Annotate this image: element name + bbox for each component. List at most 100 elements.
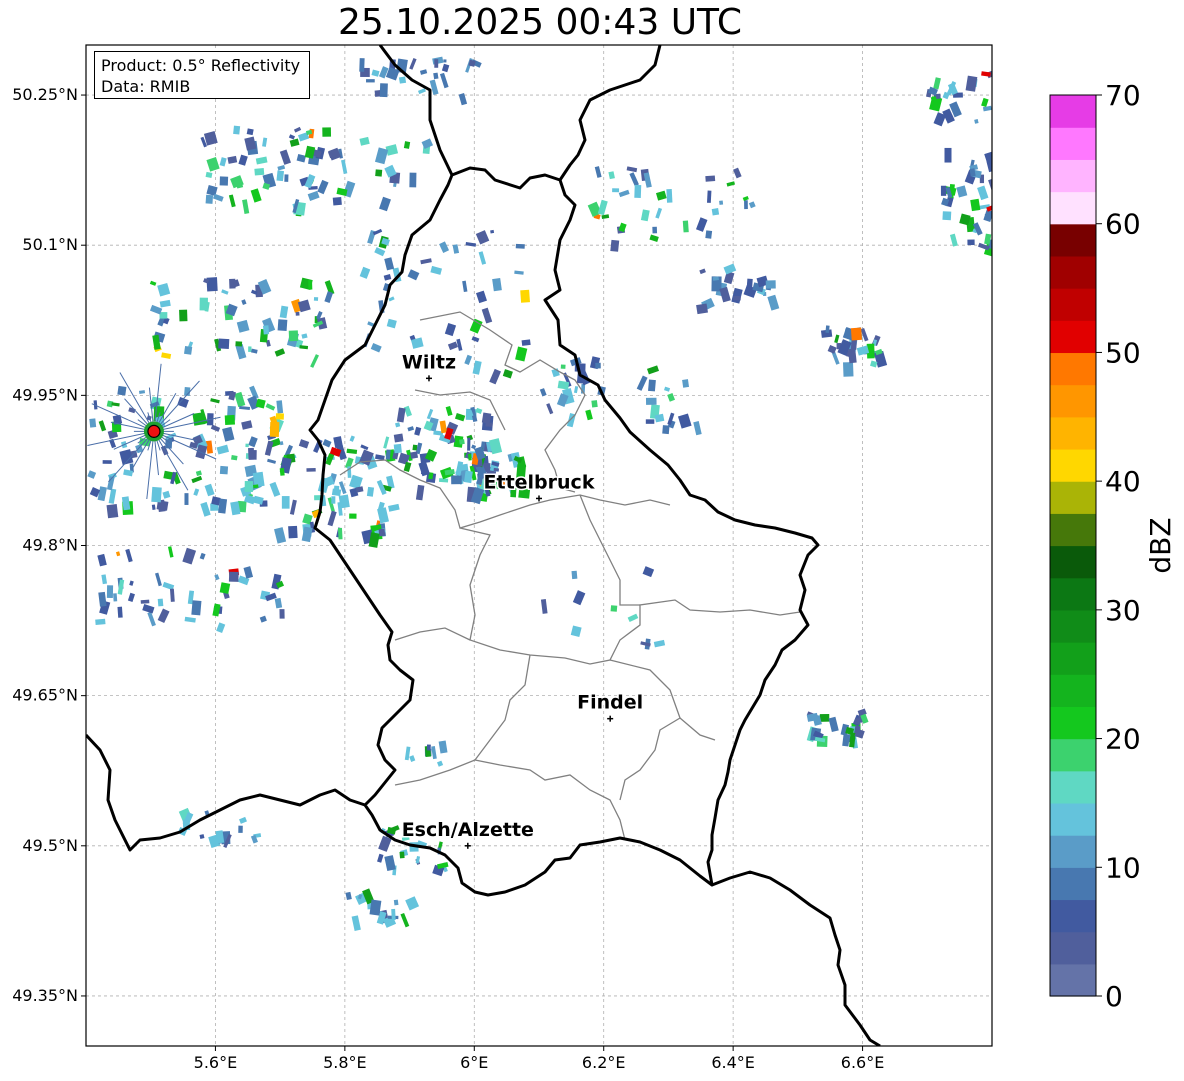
radar-echo bbox=[281, 496, 290, 509]
colorbar-segment bbox=[1050, 642, 1096, 675]
colorbar-tick-label: 10 bbox=[1105, 851, 1141, 884]
radar-echo bbox=[246, 128, 254, 136]
radar-echo bbox=[399, 851, 405, 859]
radar-echo bbox=[490, 229, 495, 234]
radar-echo bbox=[338, 494, 350, 509]
colorbar-segment bbox=[1050, 802, 1096, 836]
radar-echo bbox=[610, 239, 620, 252]
radar-echo bbox=[1004, 178, 1009, 189]
radar-echo bbox=[515, 243, 525, 249]
colorbar-segment bbox=[1050, 545, 1096, 579]
colorbar-segment bbox=[1050, 963, 1096, 997]
radar-echo bbox=[218, 338, 230, 349]
colorbar-segment bbox=[1050, 416, 1096, 450]
radar-echo bbox=[349, 513, 357, 519]
radar-echo bbox=[682, 379, 690, 388]
colorbar-segment bbox=[1050, 899, 1096, 933]
radar-echo bbox=[459, 439, 465, 445]
radar-echo bbox=[219, 176, 229, 186]
radar-echo bbox=[248, 346, 252, 352]
x-tick-label: 6°E bbox=[460, 1053, 488, 1072]
radar-echo bbox=[705, 175, 716, 182]
city-label: Wiltz bbox=[402, 351, 456, 373]
colorbar-segment bbox=[1050, 931, 1096, 965]
radar-echo bbox=[288, 525, 298, 539]
radar-echo bbox=[233, 125, 241, 135]
radar-echo bbox=[276, 170, 285, 182]
colorbar-tick-label: 70 bbox=[1105, 79, 1141, 112]
radar-echo bbox=[485, 422, 493, 427]
radar-echo bbox=[192, 412, 206, 426]
y-tick-label: 50.25°N bbox=[12, 85, 78, 104]
radar-echo bbox=[850, 339, 857, 350]
radar-echo bbox=[481, 412, 492, 424]
colorbar-segment bbox=[1050, 609, 1096, 643]
radar-echo bbox=[705, 230, 713, 239]
radar-echo bbox=[991, 177, 992, 184]
radar-echo bbox=[157, 598, 164, 607]
radar-echo bbox=[994, 194, 1002, 207]
radar-echo bbox=[269, 421, 280, 437]
radar-echo bbox=[648, 379, 656, 392]
colorbar-tick-label: 60 bbox=[1105, 208, 1141, 241]
radar-echo bbox=[468, 453, 472, 461]
radar-echo bbox=[433, 72, 439, 80]
radar-echo bbox=[666, 189, 673, 203]
radar-echo bbox=[733, 295, 741, 301]
radar-echo bbox=[279, 609, 285, 619]
radar-echo bbox=[235, 341, 243, 347]
radar-echo bbox=[378, 528, 386, 537]
radar-echo bbox=[89, 418, 97, 428]
radar-echo bbox=[711, 208, 720, 216]
radar-echo bbox=[994, 163, 999, 177]
radar-echo bbox=[366, 79, 375, 83]
radar-echo bbox=[151, 486, 162, 503]
radar-echo bbox=[662, 425, 670, 435]
radar-echo bbox=[322, 127, 332, 137]
radar-echo bbox=[359, 58, 365, 72]
y-tick-label: 49.8°N bbox=[22, 536, 78, 555]
radar-echo bbox=[409, 172, 417, 188]
radar-echo bbox=[331, 488, 342, 497]
radar-echo bbox=[412, 444, 418, 451]
radar-echo bbox=[652, 226, 658, 234]
radar-echo bbox=[520, 289, 530, 303]
radar-echo bbox=[331, 496, 336, 504]
radar-echo bbox=[706, 190, 712, 203]
colorbar-segment bbox=[1050, 513, 1096, 547]
x-tick-label: 6.2°E bbox=[582, 1053, 626, 1072]
radar-echo bbox=[313, 297, 319, 301]
radar-echo bbox=[591, 400, 598, 408]
radar-echo bbox=[332, 197, 342, 206]
radar-echo bbox=[231, 455, 238, 461]
radar-echo bbox=[967, 239, 975, 246]
radar-echo bbox=[337, 527, 343, 540]
radar-echo bbox=[228, 571, 239, 582]
product-label: Product: 0.5° Reflectivity bbox=[101, 56, 301, 75]
colorbar-tick-label: 50 bbox=[1105, 336, 1141, 369]
radar-echo bbox=[288, 330, 299, 342]
colorbar-segment bbox=[1050, 481, 1096, 514]
colorbar-segment bbox=[1050, 384, 1096, 418]
radar-echo bbox=[253, 484, 259, 489]
colorbar: 70 60 50 40 30 20 10 0 dBZ bbox=[1049, 79, 1177, 1013]
radar-echo bbox=[847, 348, 857, 364]
city-label: Esch/Alzette bbox=[402, 819, 534, 841]
radar-echo bbox=[244, 480, 254, 493]
radar-echo bbox=[595, 362, 601, 369]
x-tick-label: 5.8°E bbox=[323, 1053, 367, 1072]
radar-echo bbox=[295, 311, 300, 316]
radar-echo bbox=[306, 467, 316, 472]
radar-figure: 5.6°E 5.8°E 6°E 6.2°E 6.4°E 6.6°E 50.25°N 50.1°… bbox=[12, 44, 1177, 1072]
radar-echo bbox=[682, 220, 689, 233]
colorbar-segment bbox=[1050, 352, 1096, 386]
radar-echo bbox=[995, 242, 1008, 252]
radar-echo bbox=[944, 147, 952, 163]
radar-echo bbox=[308, 279, 313, 290]
x-tick-label: 6.4°E bbox=[711, 1053, 755, 1072]
radar-echo bbox=[819, 713, 830, 722]
radar-echo bbox=[248, 447, 255, 460]
radar-echo bbox=[940, 185, 947, 196]
radar-echo bbox=[393, 443, 402, 454]
radar-echo bbox=[375, 169, 383, 177]
